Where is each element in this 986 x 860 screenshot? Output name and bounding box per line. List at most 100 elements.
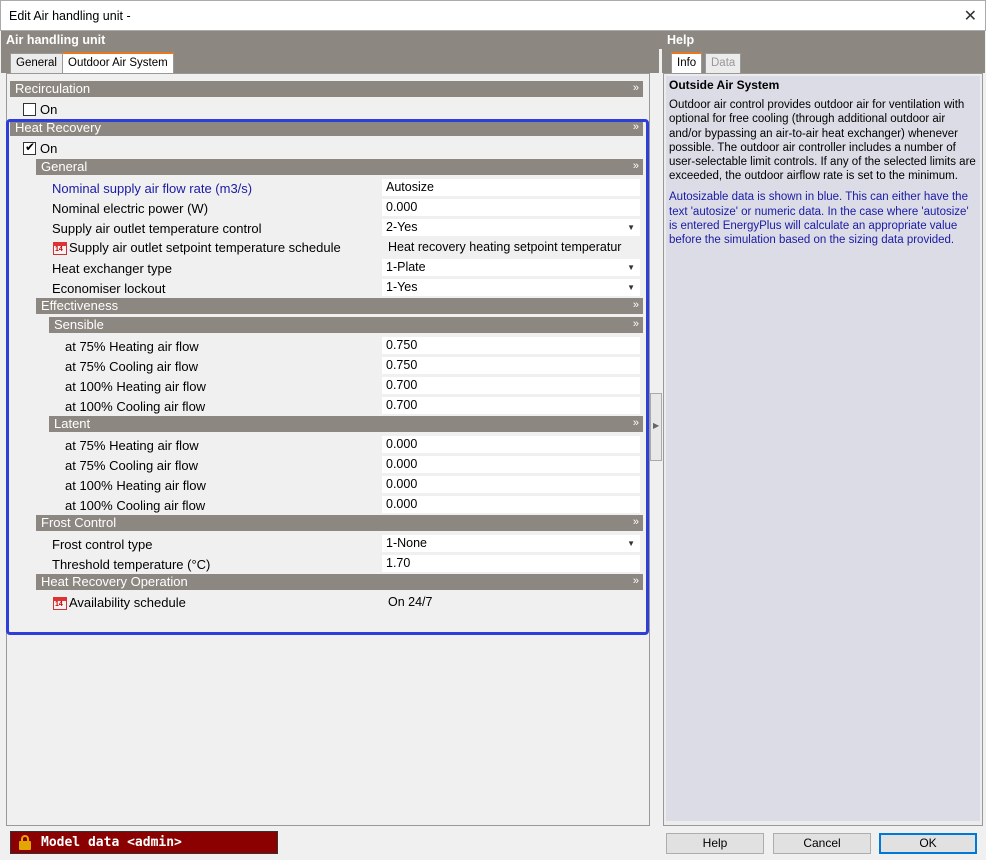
collapse-icon[interactable]: » bbox=[633, 159, 639, 174]
economiser-lockout-select[interactable]: 1-Yes ▼ bbox=[382, 279, 640, 296]
field-value: 0.750 bbox=[386, 338, 418, 352]
calendar-icon: 14 bbox=[53, 240, 67, 255]
sensible-section-title: Sensible bbox=[54, 317, 104, 332]
sensible-100-heating-label: at 100% Heating air flow bbox=[65, 379, 206, 394]
sensible-100-cooling-input[interactable]: 0.700 bbox=[382, 397, 640, 414]
tab-info[interactable]: Info bbox=[671, 52, 703, 73]
splitter-handle[interactable]: ▶ bbox=[650, 393, 662, 461]
help-content: Outside Air System Outdoor air control p… bbox=[666, 76, 980, 821]
sensible-75-cooling-label: at 75% Cooling air flow bbox=[65, 359, 198, 374]
supply-air-outlet-temp-control-label: Supply air outlet temperature control bbox=[52, 221, 262, 236]
help-paragraph: Outdoor air control provides outdoor air… bbox=[669, 99, 976, 183]
chevron-down-icon[interactable]: ▼ bbox=[627, 279, 635, 296]
collapse-icon[interactable]: » bbox=[633, 416, 639, 431]
threshold-temperature-label: Threshold temperature (°C) bbox=[52, 557, 211, 572]
nominal-supply-air-flow-input[interactable]: Autosize bbox=[382, 179, 640, 196]
field-value: 0.000 bbox=[386, 457, 418, 471]
availability-schedule-value[interactable]: On 24/7 bbox=[382, 594, 640, 611]
sensible-100-heating-input[interactable]: 0.700 bbox=[382, 377, 640, 394]
latent-100-heating-input[interactable]: 0.000 bbox=[382, 476, 640, 493]
collapse-icon[interactable]: » bbox=[633, 120, 639, 135]
heat-recovery-on-checkbox[interactable] bbox=[23, 140, 36, 155]
help-button[interactable]: Help bbox=[666, 833, 764, 854]
effectiveness-section-header[interactable]: Effectiveness » bbox=[36, 298, 643, 314]
availability-schedule-label: Availability schedule bbox=[69, 595, 186, 610]
chevron-down-icon[interactable]: ▼ bbox=[627, 259, 635, 276]
close-icon[interactable]: ✕ bbox=[964, 6, 977, 26]
field-value: 0.000 bbox=[386, 477, 418, 491]
effectiveness-section-title: Effectiveness bbox=[41, 298, 119, 313]
sensible-75-heating-input[interactable]: 0.750 bbox=[382, 337, 640, 354]
ok-button[interactable]: OK bbox=[879, 833, 977, 854]
tab-outdoor-air-system[interactable]: Outdoor Air System bbox=[62, 52, 174, 73]
recirculation-on-label: On bbox=[40, 102, 58, 117]
heat-recovery-operation-section-header[interactable]: Heat Recovery Operation » bbox=[36, 574, 643, 590]
recirculation-on-checkbox[interactable] bbox=[23, 103, 36, 116]
collapse-icon[interactable]: » bbox=[633, 317, 639, 332]
latent-75-cooling-input[interactable]: 0.000 bbox=[382, 456, 640, 473]
field-value: 1-Plate bbox=[386, 260, 426, 274]
latent-75-heating-input[interactable]: 0.000 bbox=[382, 436, 640, 453]
latent-section-header[interactable]: Latent » bbox=[49, 416, 643, 432]
latent-75-heating-label: at 75% Heating air flow bbox=[65, 438, 199, 453]
latent-100-heating-label: at 100% Heating air flow bbox=[65, 478, 206, 493]
chevron-right-icon[interactable]: ▶ bbox=[653, 421, 659, 430]
cancel-button[interactable]: Cancel bbox=[773, 833, 871, 854]
heat-exchanger-type-select[interactable]: 1-Plate ▼ bbox=[382, 259, 640, 276]
lock-icon bbox=[19, 835, 31, 850]
heat-recovery-header[interactable]: Heat Recovery » bbox=[10, 120, 643, 136]
general-section-title: General bbox=[41, 159, 88, 174]
frost-control-section-title: Frost Control bbox=[41, 515, 117, 530]
field-value: 0.750 bbox=[386, 358, 418, 372]
field-value: 0.000 bbox=[386, 497, 418, 511]
supply-air-outlet-setpoint-schedule-value[interactable]: Heat recovery heating setpoint temperatu… bbox=[382, 239, 640, 256]
frost-control-type-label: Frost control type bbox=[52, 537, 153, 552]
field-value: 1-Yes bbox=[386, 280, 418, 294]
field-value: 0.000 bbox=[386, 437, 418, 451]
threshold-temperature-input[interactable]: 1.70 bbox=[382, 555, 640, 572]
heat-exchanger-type-label: Heat exchanger type bbox=[52, 261, 172, 276]
left-tab-strip: General Outdoor Air System bbox=[1, 49, 659, 73]
field-value: Autosize bbox=[386, 180, 434, 194]
latent-75-cooling-label: at 75% Cooling air flow bbox=[65, 458, 198, 473]
help-panel-title: Help bbox=[667, 33, 695, 47]
window-title: Edit Air handling unit - bbox=[9, 9, 131, 23]
collapse-icon[interactable]: » bbox=[633, 574, 639, 589]
frost-control-section-header[interactable]: Frost Control » bbox=[36, 515, 643, 531]
collapse-icon[interactable]: » bbox=[633, 81, 639, 96]
calendar-day: 14 bbox=[55, 246, 63, 253]
economiser-lockout-label: Economiser lockout bbox=[52, 281, 166, 296]
field-value: Heat recovery heating setpoint temperatu… bbox=[388, 240, 622, 254]
sensible-75-heating-label: at 75% Heating air flow bbox=[65, 339, 199, 354]
latent-100-cooling-label: at 100% Cooling air flow bbox=[65, 498, 206, 513]
tab-data: Data bbox=[705, 53, 742, 73]
heat-recovery-operation-section-title: Heat Recovery Operation bbox=[41, 574, 188, 589]
help-heading: Outside Air System bbox=[669, 78, 780, 92]
sensible-75-cooling-input[interactable]: 0.750 bbox=[382, 357, 640, 374]
latent-100-cooling-input[interactable]: 0.000 bbox=[382, 496, 640, 513]
sensible-100-cooling-label: at 100% Cooling air flow bbox=[65, 399, 206, 414]
tab-general[interactable]: General bbox=[10, 53, 63, 73]
help-autosize-note: Autosizable data is shown in blue. This … bbox=[669, 191, 969, 247]
supply-air-outlet-temp-control-select[interactable]: 2-Yes ▼ bbox=[382, 219, 640, 236]
field-value: 0.700 bbox=[386, 398, 418, 412]
chevron-down-icon[interactable]: ▼ bbox=[627, 535, 635, 552]
recirculation-header[interactable]: Recirculation » bbox=[10, 81, 643, 97]
chevron-down-icon[interactable]: ▼ bbox=[627, 219, 635, 236]
nominal-electric-power-input[interactable]: 0.000 bbox=[382, 199, 640, 216]
panel-header-band bbox=[1, 31, 985, 49]
model-data-status: Model data <admin> bbox=[10, 831, 278, 854]
sensible-section-header[interactable]: Sensible » bbox=[49, 317, 643, 333]
field-value: On 24/7 bbox=[388, 595, 433, 609]
field-value: 0.000 bbox=[386, 200, 418, 214]
nominal-electric-power-label: Nominal electric power (W) bbox=[52, 201, 209, 216]
frost-control-type-select[interactable]: 1-None ▼ bbox=[382, 535, 640, 552]
heat-recovery-title: Heat Recovery bbox=[15, 120, 101, 135]
field-value: 1.70 bbox=[386, 556, 411, 570]
collapse-icon[interactable]: » bbox=[633, 298, 639, 313]
calendar-day: 14 bbox=[55, 601, 63, 608]
supply-air-outlet-setpoint-schedule-label: Supply air outlet setpoint temperature s… bbox=[69, 240, 341, 255]
general-section-header[interactable]: General » bbox=[36, 159, 643, 175]
latent-section-title: Latent bbox=[54, 416, 91, 431]
collapse-icon[interactable]: » bbox=[633, 515, 639, 530]
